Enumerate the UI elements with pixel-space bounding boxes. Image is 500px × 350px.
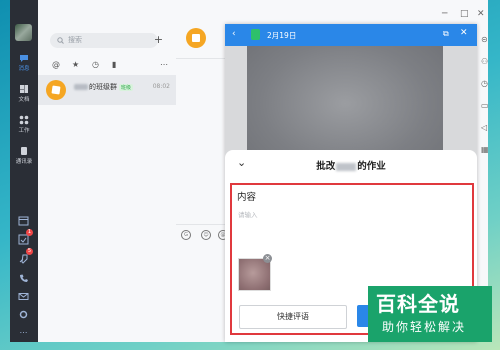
chat-name: 的班级群 班级 bbox=[74, 82, 134, 92]
panel-title: 2月19日 bbox=[267, 31, 297, 40]
nav-label: 文档 bbox=[18, 97, 30, 103]
folder-icon[interactable]: ▭ bbox=[481, 101, 492, 112]
chat-list-panel: 搜索 + @ ★ ◷ ▮ ⋯ 的班级群 班级 08:02 bbox=[38, 0, 177, 342]
sheet-title: 批改 的作业 bbox=[225, 158, 477, 172]
clock-icon[interactable]: ◷ bbox=[92, 60, 99, 69]
maximize-button[interactable]: □ bbox=[460, 9, 469, 19]
chat-time: 08:02 bbox=[152, 83, 170, 90]
settings-icon[interactable] bbox=[18, 309, 29, 320]
trash-icon[interactable]: ▮ bbox=[112, 60, 116, 69]
more-icon[interactable]: ⋯ bbox=[160, 60, 168, 69]
filter-toolbar: @ ★ ◷ ▮ ⋯ bbox=[52, 60, 168, 70]
announcement-icon[interactable]: ◁ bbox=[481, 123, 492, 134]
nav-label: 消息 bbox=[18, 66, 30, 72]
document-icon bbox=[20, 85, 28, 93]
left-nav: 消息 文档 工作 通讯录 1 5 … bbox=[10, 0, 38, 342]
history-icon[interactable]: ◷ bbox=[481, 79, 492, 90]
chat-list-item[interactable]: 的班级群 班级 08:02 bbox=[38, 75, 176, 105]
divider bbox=[176, 58, 226, 59]
watermark: 百科全说 助你轻松解决 bbox=[368, 286, 492, 342]
nav-item-docs[interactable]: 文档 bbox=[10, 84, 38, 103]
chat-name-text: 的班级群 bbox=[89, 83, 117, 91]
close-window-button[interactable]: ✕ bbox=[477, 9, 485, 19]
panel-header: ‹ 2月19日 ⧉ ✕ bbox=[225, 24, 477, 46]
star-icon[interactable]: ★ bbox=[72, 60, 79, 69]
document-icon bbox=[251, 29, 260, 40]
search-input[interactable]: 搜索 bbox=[50, 33, 158, 48]
phone-icon[interactable] bbox=[18, 273, 29, 284]
content-label: 内容 bbox=[237, 192, 257, 203]
contacts-icon bbox=[21, 147, 27, 155]
quick-comment-button[interactable]: 快捷评语 bbox=[239, 305, 347, 329]
back-icon[interactable]: ‹ bbox=[232, 29, 236, 39]
right-rail: ⊝ ⚇ ◷ ▭ ◁ ▦ bbox=[476, 30, 498, 180]
watermark-title: 百科全说 bbox=[376, 292, 460, 316]
calendar-icon[interactable]: ▦ bbox=[481, 145, 492, 156]
grid-icon bbox=[19, 115, 29, 125]
search-icon bbox=[57, 37, 64, 44]
gif-icon[interactable]: G bbox=[181, 230, 191, 240]
calendar-icon[interactable] bbox=[18, 215, 29, 226]
nav-item-messages[interactable]: 消息 bbox=[10, 53, 38, 72]
more-options-icon[interactable]: ⊝ bbox=[481, 35, 492, 46]
chat-header-avatar bbox=[186, 28, 206, 48]
nav-item-contacts[interactable]: 通讯录 bbox=[10, 146, 38, 165]
content-input[interactable]: 请输入 bbox=[238, 209, 258, 219]
close-icon[interactable]: ✕ bbox=[460, 28, 468, 38]
group-avatar bbox=[46, 80, 66, 100]
title-prefix: 批改 bbox=[316, 161, 336, 172]
watermark-subtitle: 助你轻松解决 bbox=[382, 320, 467, 334]
more-icon[interactable]: … bbox=[18, 326, 29, 337]
add-button[interactable]: + bbox=[151, 32, 166, 47]
mail-icon[interactable] bbox=[18, 291, 29, 302]
expand-icon[interactable]: ⧉ bbox=[443, 29, 449, 39]
add-member-icon[interactable]: ⚇ bbox=[481, 57, 492, 68]
chat-icon bbox=[20, 55, 28, 62]
class-tag: 班级 bbox=[119, 84, 134, 91]
blurred-text bbox=[336, 162, 357, 171]
user-avatar[interactable] bbox=[15, 24, 32, 41]
divider bbox=[176, 224, 226, 225]
nav-label: 工作 bbox=[18, 128, 30, 134]
blurred-text bbox=[74, 84, 88, 90]
minimize-button[interactable]: ─ bbox=[442, 9, 447, 19]
emoji-icon[interactable]: ☺ bbox=[201, 230, 211, 240]
title-suffix: 的作业 bbox=[357, 161, 386, 172]
mention-icon[interactable]: @ bbox=[52, 60, 60, 69]
nav-item-work[interactable]: 工作 bbox=[10, 115, 38, 134]
notification-badge: 5 bbox=[26, 248, 33, 255]
nav-label: 通讯录 bbox=[15, 159, 33, 165]
remove-image-icon[interactable]: × bbox=[263, 254, 272, 263]
notification-badge: 1 bbox=[26, 229, 33, 236]
search-placeholder: 搜索 bbox=[68, 36, 82, 44]
